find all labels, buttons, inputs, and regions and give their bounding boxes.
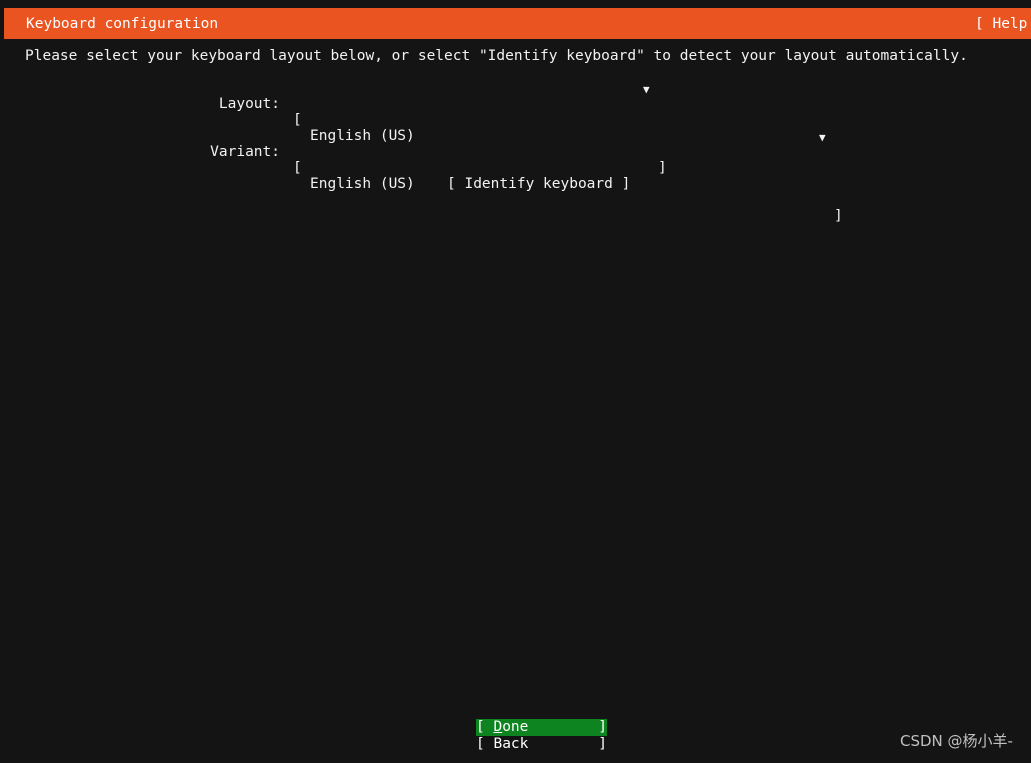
- back-suffix: ]: [598, 736, 607, 752]
- variant-label: Variant:: [210, 144, 280, 160]
- done-suffix: ]: [598, 719, 607, 735]
- variant-open-bracket: [: [293, 160, 302, 176]
- done-label: one: [502, 719, 599, 735]
- layout-close-bracket: ]: [658, 160, 667, 176]
- variant-select-value[interactable]: English (US): [310, 176, 415, 192]
- layout-select-value[interactable]: English (US): [310, 128, 415, 144]
- watermark: CSDN @杨小羊-: [900, 732, 1013, 750]
- chevron-down-icon[interactable]: ▼: [643, 82, 650, 98]
- header-bar: Keyboard configuration [ Help ]: [4, 8, 1031, 39]
- layout-label: Layout:: [218, 96, 280, 112]
- layout-open-bracket: [: [293, 112, 302, 128]
- footer-buttons: [ Done ] [ Back ]: [476, 719, 607, 753]
- identify-keyboard-button[interactable]: [ Identify keyboard ]: [447, 176, 630, 192]
- instruction-text: Please select your keyboard layout below…: [25, 48, 968, 64]
- variant-field-row: Variant: [ English (US) ▼ ]: [0, 128, 843, 240]
- help-button[interactable]: [ Help ]: [975, 16, 1031, 32]
- back-prefix: [: [476, 736, 494, 752]
- done-prefix: [: [476, 719, 494, 735]
- page-title: Keyboard configuration: [26, 16, 219, 32]
- back-button[interactable]: [ Back ]: [476, 736, 607, 753]
- chevron-down-icon[interactable]: ▼: [819, 130, 826, 146]
- done-button[interactable]: [ Done ]: [476, 719, 607, 736]
- variant-close-bracket: ]: [834, 208, 843, 224]
- done-accelerator: D: [493, 719, 503, 735]
- back-label: Back: [493, 736, 599, 752]
- installer-screen: Keyboard configuration [ Help ] Please s…: [0, 0, 1031, 763]
